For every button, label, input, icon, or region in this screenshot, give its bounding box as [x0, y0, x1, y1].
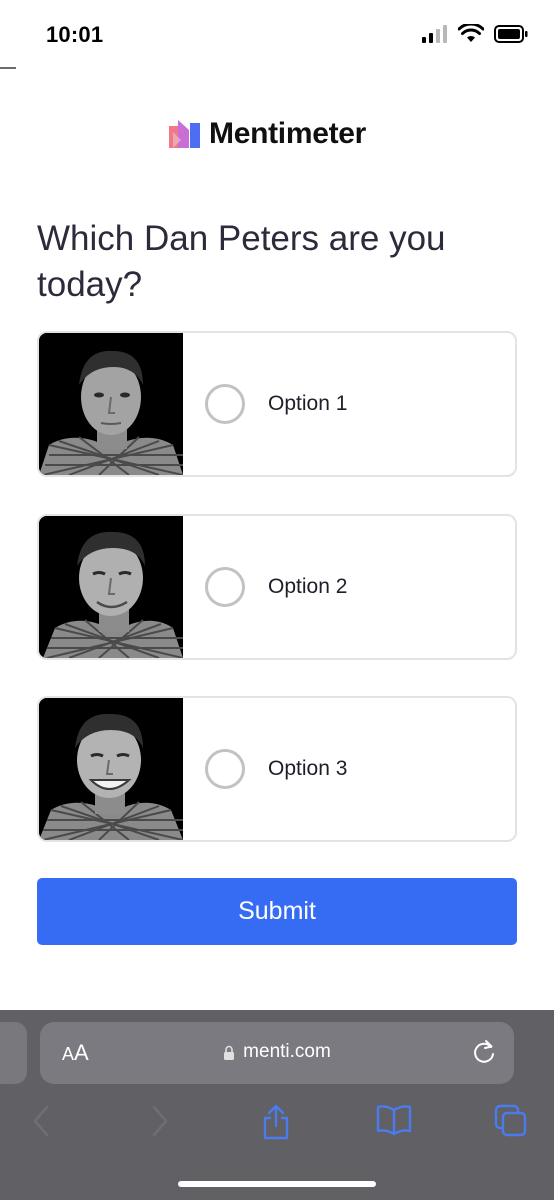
- share-button[interactable]: [261, 1104, 291, 1145]
- option-radio-1[interactable]: [205, 384, 245, 424]
- logo-text: Mentimeter: [209, 117, 367, 150]
- option-card-2[interactable]: Option 2: [37, 514, 517, 660]
- status-icons: [422, 24, 528, 43]
- mentimeter-logo: Mentimeter: [169, 116, 366, 152]
- option-image-1: [39, 333, 183, 475]
- tabs-icon: [494, 1104, 527, 1137]
- status-bar: 10:01: [0, 0, 554, 70]
- back-icon: [33, 1105, 49, 1137]
- tabs-button[interactable]: [494, 1104, 528, 1143]
- lock-icon: [224, 1045, 235, 1060]
- browser-toolbar: [0, 1104, 554, 1144]
- wifi-icon: [458, 24, 484, 42]
- forward-icon: [152, 1105, 168, 1137]
- address-bar[interactable]: AA menti.com: [40, 1022, 514, 1084]
- option-label-1: Option 1: [268, 392, 348, 415]
- share-icon: [263, 1104, 289, 1140]
- home-indicator: [178, 1181, 376, 1187]
- battery-icon: [494, 24, 528, 43]
- bookmarks-button[interactable]: [376, 1104, 412, 1141]
- mentimeter-logo-icon: [169, 120, 200, 148]
- option-radio-3[interactable]: [205, 749, 245, 789]
- cellular-signal-icon: [422, 24, 447, 43]
- edge-indicator: [0, 67, 16, 69]
- option-radio-2[interactable]: [205, 567, 245, 607]
- browser-bottom-bar: AA menti.com: [0, 1010, 554, 1200]
- back-button[interactable]: [31, 1104, 51, 1143]
- option-image-2: [39, 516, 183, 658]
- option-card-3[interactable]: Option 3: [37, 696, 517, 842]
- option-label-3: Option 3: [268, 757, 348, 780]
- bookmarks-icon: [376, 1105, 412, 1136]
- option-card-1[interactable]: Option 1: [37, 331, 517, 477]
- previous-tab-peek[interactable]: [0, 1022, 27, 1084]
- forward-button[interactable]: [150, 1104, 170, 1143]
- option-image-3: [39, 698, 183, 840]
- question-title: Which Dan Peters are you today?: [37, 219, 446, 304]
- option-label-2: Option 2: [268, 575, 348, 598]
- url-text: menti.com: [243, 1041, 331, 1062]
- url-display[interactable]: menti.com: [40, 1041, 514, 1063]
- submit-button[interactable]: Submit: [37, 878, 517, 945]
- reload-button[interactable]: [472, 1039, 496, 1070]
- status-time: 10:01: [46, 22, 104, 47]
- reload-icon: [474, 1040, 494, 1063]
